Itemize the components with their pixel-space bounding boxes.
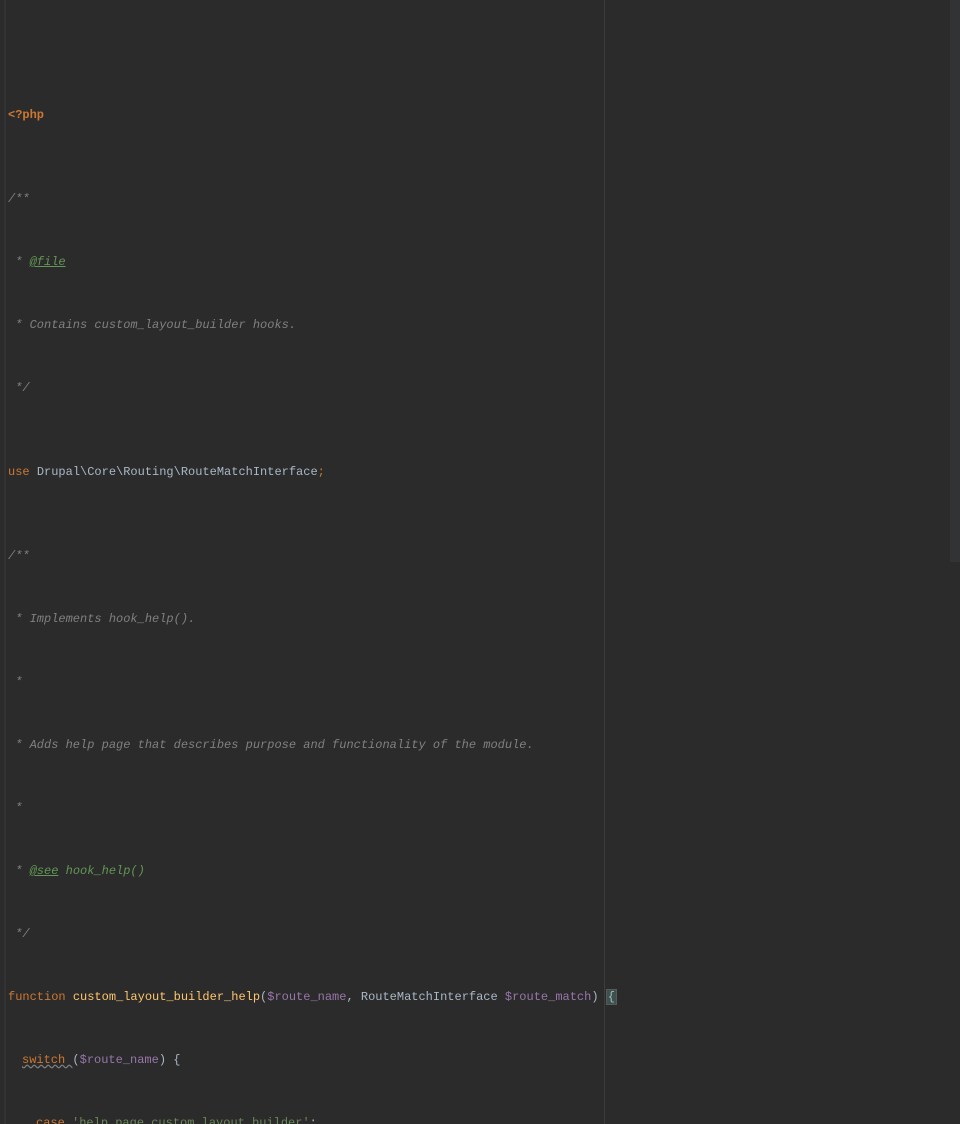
code-line: * Contains custom_layout_builder hooks. [8,315,960,336]
code-line: case 'help.page.custom_layout_builder': [8,1113,960,1124]
function-name: custom_layout_builder_help [73,990,260,1004]
docblock-tag-file: @file [30,255,66,269]
code-line: <?php [8,105,960,126]
code-line: */ [8,378,960,399]
code-editor[interactable]: <?php /** * @file * Contains custom_layo… [0,0,960,1124]
code-line: /** [8,189,960,210]
switch-keyword: switch [22,1053,72,1067]
code-line: * [8,798,960,819]
code-line: * @see hook_help() [8,861,960,882]
code-line: function custom_layout_builder_help($rou… [8,987,960,1008]
code-line: * Adds help page that describes purpose … [8,735,960,756]
wrap-guide [604,0,605,1124]
code-line: * Implements hook_help(). [8,609,960,630]
brace-open: { [606,989,617,1005]
code-line: * [8,672,960,693]
code-line: */ [8,924,960,945]
gutter-border [4,0,6,1124]
code-line: switch ($route_name) { [8,1050,960,1071]
php-open-tag: <?php [8,108,44,122]
code-line: use Drupal\Core\Routing\RouteMatchInterf… [8,462,960,483]
scrollbar-vertical[interactable] [950,0,960,562]
code-line: * @file [8,252,960,273]
docblock-tag-see: @see [30,864,59,878]
code-line: /** [8,546,960,567]
